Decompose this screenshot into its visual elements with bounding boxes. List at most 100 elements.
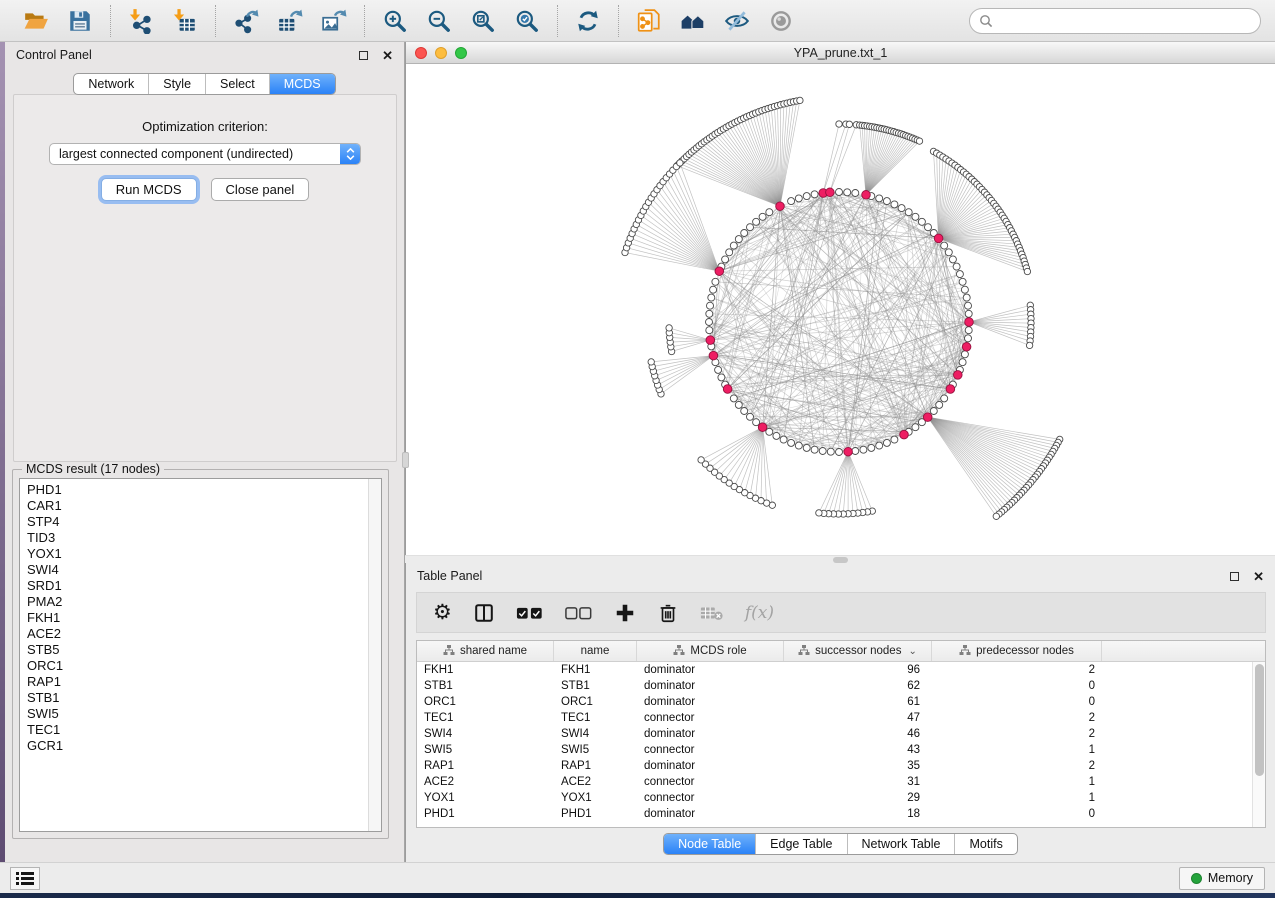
graph-node[interactable] bbox=[722, 256, 729, 263]
table-scrollbar-thumb[interactable] bbox=[1255, 664, 1264, 776]
table-row[interactable]: RAP1RAP1dominator352 bbox=[417, 758, 1265, 774]
graph-node[interactable] bbox=[965, 302, 972, 309]
zoom-in-icon[interactable] bbox=[379, 5, 411, 37]
graph-node[interactable] bbox=[726, 249, 733, 256]
graph-node[interactable] bbox=[735, 236, 742, 243]
graph-node[interactable] bbox=[741, 408, 748, 415]
network-window-titlebar[interactable]: YPA_prune.txt_1 bbox=[406, 42, 1275, 64]
graph-node[interactable] bbox=[759, 213, 766, 220]
mcds-graph-node[interactable] bbox=[934, 234, 943, 243]
mcds-result-item[interactable]: TID3 bbox=[27, 530, 368, 546]
refresh-icon[interactable] bbox=[572, 5, 604, 37]
graph-node[interactable] bbox=[956, 271, 963, 278]
table-row[interactable]: ORC1ORC1dominator610 bbox=[417, 694, 1265, 710]
mcds-graph-node[interactable] bbox=[862, 191, 871, 200]
graph-node[interactable] bbox=[963, 294, 970, 301]
graph-leaf-node[interactable] bbox=[1024, 268, 1030, 274]
graph-node[interactable] bbox=[753, 218, 760, 225]
close-panel-icon[interactable]: ✕ bbox=[382, 49, 393, 62]
mcds-graph-node[interactable] bbox=[758, 423, 767, 432]
graph-leaf-node[interactable] bbox=[816, 510, 822, 516]
graph-node[interactable] bbox=[883, 439, 890, 446]
graph-node[interactable] bbox=[788, 198, 795, 205]
mcds-graph-node[interactable] bbox=[923, 413, 932, 422]
horizontal-splitter[interactable] bbox=[405, 555, 1275, 563]
new-network-from-selection-icon[interactable] bbox=[633, 5, 665, 37]
graph-node[interactable] bbox=[945, 249, 952, 256]
mcds-graph-node[interactable] bbox=[723, 385, 732, 394]
graph-node[interactable] bbox=[718, 374, 725, 381]
graph-node[interactable] bbox=[912, 213, 919, 220]
export-table-icon[interactable] bbox=[274, 5, 306, 37]
graph-node[interactable] bbox=[715, 366, 722, 373]
table-row[interactable]: STB1STB1dominator620 bbox=[417, 678, 1265, 694]
graph-node[interactable] bbox=[918, 218, 925, 225]
mcds-graph-node[interactable] bbox=[709, 351, 718, 360]
splitter-grip-vertical[interactable] bbox=[402, 452, 409, 468]
close-panel-icon[interactable]: ✕ bbox=[1253, 570, 1264, 583]
mcds-graph-node[interactable] bbox=[706, 336, 715, 345]
graph-node[interactable] bbox=[766, 428, 773, 435]
graph-node[interactable] bbox=[747, 413, 754, 420]
mcds-graph-node[interactable] bbox=[954, 371, 963, 380]
window-close-icon[interactable] bbox=[415, 47, 427, 59]
graph-node[interactable] bbox=[795, 442, 802, 449]
graph-node[interactable] bbox=[706, 319, 713, 326]
zoom-selected-icon[interactable] bbox=[511, 5, 543, 37]
graph-leaf-node[interactable] bbox=[836, 121, 842, 127]
graph-node[interactable] bbox=[961, 351, 968, 358]
tab-network[interactable]: Network bbox=[74, 74, 149, 94]
first-neighbors-icon[interactable] bbox=[677, 5, 709, 37]
tab-mcds[interactable]: MCDS bbox=[270, 74, 335, 94]
zoom-out-icon[interactable] bbox=[423, 5, 455, 37]
graph-node[interactable] bbox=[811, 446, 818, 453]
save-session-icon[interactable] bbox=[64, 5, 96, 37]
graph-node[interactable] bbox=[959, 359, 966, 366]
column-header-shared-name[interactable]: shared name bbox=[417, 641, 554, 661]
graph-node[interactable] bbox=[836, 449, 843, 456]
mcds-result-item[interactable]: TEC1 bbox=[27, 722, 368, 738]
graph-node[interactable] bbox=[795, 195, 802, 202]
mcds-result-item[interactable]: GCR1 bbox=[27, 738, 368, 754]
mcds-result-item[interactable]: STP4 bbox=[27, 514, 368, 530]
column-header-predecessor-nodes[interactable]: predecessor nodes bbox=[932, 641, 1102, 661]
float-panel-icon[interactable] bbox=[1230, 572, 1239, 581]
tab-network-table[interactable]: Network Table bbox=[848, 834, 956, 854]
graph-node[interactable] bbox=[730, 242, 737, 249]
graph-node[interactable] bbox=[747, 224, 754, 231]
mcds-result-item[interactable]: STB1 bbox=[27, 690, 368, 706]
mcds-result-item[interactable]: RAP1 bbox=[27, 674, 368, 690]
mcds-graph-node[interactable] bbox=[962, 343, 971, 352]
tab-motifs[interactable]: Motifs bbox=[955, 834, 1016, 854]
optimization-criterion-select[interactable]: largest connected component (undirected) bbox=[49, 143, 361, 165]
graph-node[interactable] bbox=[706, 327, 713, 334]
graph-node[interactable] bbox=[965, 310, 972, 317]
mcds-graph-node[interactable] bbox=[776, 202, 785, 211]
graph-leaf-node[interactable] bbox=[648, 359, 654, 365]
mcds-result-list[interactable]: PHD1CAR1STP4TID3YOX1SWI4SRD1PMA2FKH1ACE2… bbox=[19, 478, 382, 832]
graph-node[interactable] bbox=[730, 395, 737, 402]
graph-node[interactable] bbox=[953, 263, 960, 270]
table-row[interactable]: FKH1FKH1dominator962 bbox=[417, 662, 1265, 678]
graph-leaf-node[interactable] bbox=[797, 97, 803, 103]
tab-style[interactable]: Style bbox=[149, 74, 206, 94]
mcds-result-item[interactable]: CAR1 bbox=[27, 498, 368, 514]
column-header-name[interactable]: name bbox=[554, 641, 637, 661]
search-input[interactable] bbox=[999, 14, 1251, 28]
graph-node[interactable] bbox=[852, 190, 859, 197]
table-row[interactable]: SWI5SWI5connector431 bbox=[417, 742, 1265, 758]
mcds-list-scrollbar[interactable] bbox=[368, 479, 381, 831]
mcds-result-item[interactable]: PHD1 bbox=[27, 482, 368, 498]
graph-node[interactable] bbox=[844, 189, 851, 196]
mcds-graph-node[interactable] bbox=[946, 385, 955, 394]
graph-node[interactable] bbox=[949, 256, 956, 263]
graph-node[interactable] bbox=[925, 224, 932, 231]
table-row[interactable]: TEC1TEC1connector472 bbox=[417, 710, 1265, 726]
select-all-rows-icon[interactable] bbox=[516, 600, 544, 626]
delete-columns-icon[interactable] bbox=[657, 600, 679, 626]
panel-menu-button[interactable] bbox=[10, 867, 40, 890]
mcds-graph-node[interactable] bbox=[900, 430, 909, 439]
graph-leaf-node[interactable] bbox=[846, 121, 852, 127]
graph-node[interactable] bbox=[936, 401, 943, 408]
graph-node[interactable] bbox=[803, 444, 810, 451]
